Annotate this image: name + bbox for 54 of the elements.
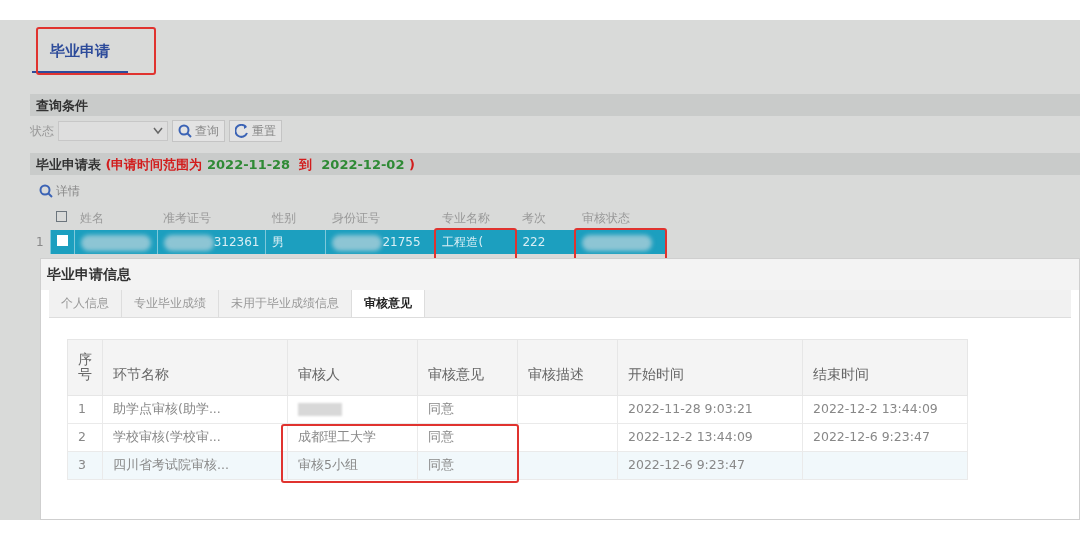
table-cell: 成都理工大学 — [298, 429, 376, 445]
column-header[interactable]: 专业名称 — [441, 211, 490, 225]
table-cell: 2022-12-2 13:44:09 — [813, 401, 938, 417]
column-header: 环节名称 — [113, 366, 169, 382]
column-header[interactable]: 身份证号 — [331, 211, 380, 225]
refresh-icon — [235, 124, 249, 138]
table-cell: 312361 — [213, 235, 260, 249]
column-header[interactable]: 准考证号 — [163, 211, 212, 225]
table-cell: 男 — [272, 235, 285, 249]
tab[interactable]: 审核意见 — [352, 290, 425, 318]
table-cell: 同意 — [428, 457, 454, 473]
column-header: 开始时间 — [628, 366, 684, 382]
row-number: 1 — [36, 235, 44, 249]
tab[interactable]: 个人信息 — [49, 290, 122, 318]
column-header: 审核描述 — [528, 366, 584, 382]
page-tab[interactable]: 毕业申请 — [32, 34, 128, 73]
search-icon — [39, 184, 53, 198]
column-header[interactable]: 性别 — [271, 211, 296, 225]
date-range-text: (申请时间范围为 2022-11-28 到 2022-12-02 ) — [105, 157, 415, 172]
column-header[interactable]: 姓名 — [80, 211, 105, 225]
table-cell: 助学点审核(助学... — [113, 401, 221, 417]
table-cell: 审核5小组 — [298, 457, 358, 473]
chevron-icon — [153, 127, 163, 135]
checkbox[interactable] — [56, 235, 68, 246]
table-cell: 工程造( — [442, 235, 484, 249]
row-number: 1 — [78, 401, 86, 417]
panel-header: 查询条件 — [30, 94, 1080, 116]
table-cell: 学校审核(学校审... — [113, 429, 221, 445]
row-number: 2 — [78, 429, 86, 445]
table-cell: 同意 — [428, 401, 454, 417]
column-header: 审核意见 — [428, 366, 484, 382]
column-header[interactable]: 考次 — [521, 211, 546, 225]
row-number: 3 — [78, 457, 86, 473]
column-header: 结束时间 — [813, 366, 869, 382]
table-cell: 2022-12-6 9:23:47 — [813, 429, 930, 445]
table-cell: 21755 — [382, 235, 421, 249]
filter-label: 状态 — [30, 123, 54, 140]
tab[interactable]: 专业毕业成绩 — [122, 290, 219, 318]
search-icon — [178, 124, 192, 138]
table-cell: 222 — [522, 235, 546, 249]
panel-title: 毕业申请表 — [36, 157, 102, 172]
column-header: 序号 — [78, 351, 92, 383]
search-button[interactable]: 查询 — [172, 120, 225, 142]
table-cell: 同意 — [428, 429, 454, 445]
table-cell: 四川省考试院审核... — [113, 457, 229, 473]
reset-button[interactable]: 重置 — [229, 120, 282, 142]
dialog-title: 毕业申请信息 — [41, 259, 1079, 290]
table-cell: 2022-12-6 9:23:47 — [628, 457, 745, 473]
checkbox[interactable] — [56, 211, 68, 222]
table-cell: 2022-11-28 9:03:21 — [628, 401, 753, 417]
column-header: 审核人 — [298, 366, 340, 382]
detail-button[interactable]: 详情 — [34, 181, 85, 201]
column-header[interactable]: 审核状态 — [581, 211, 630, 225]
table-cell: 2022-12-2 13:44:09 — [628, 429, 753, 445]
